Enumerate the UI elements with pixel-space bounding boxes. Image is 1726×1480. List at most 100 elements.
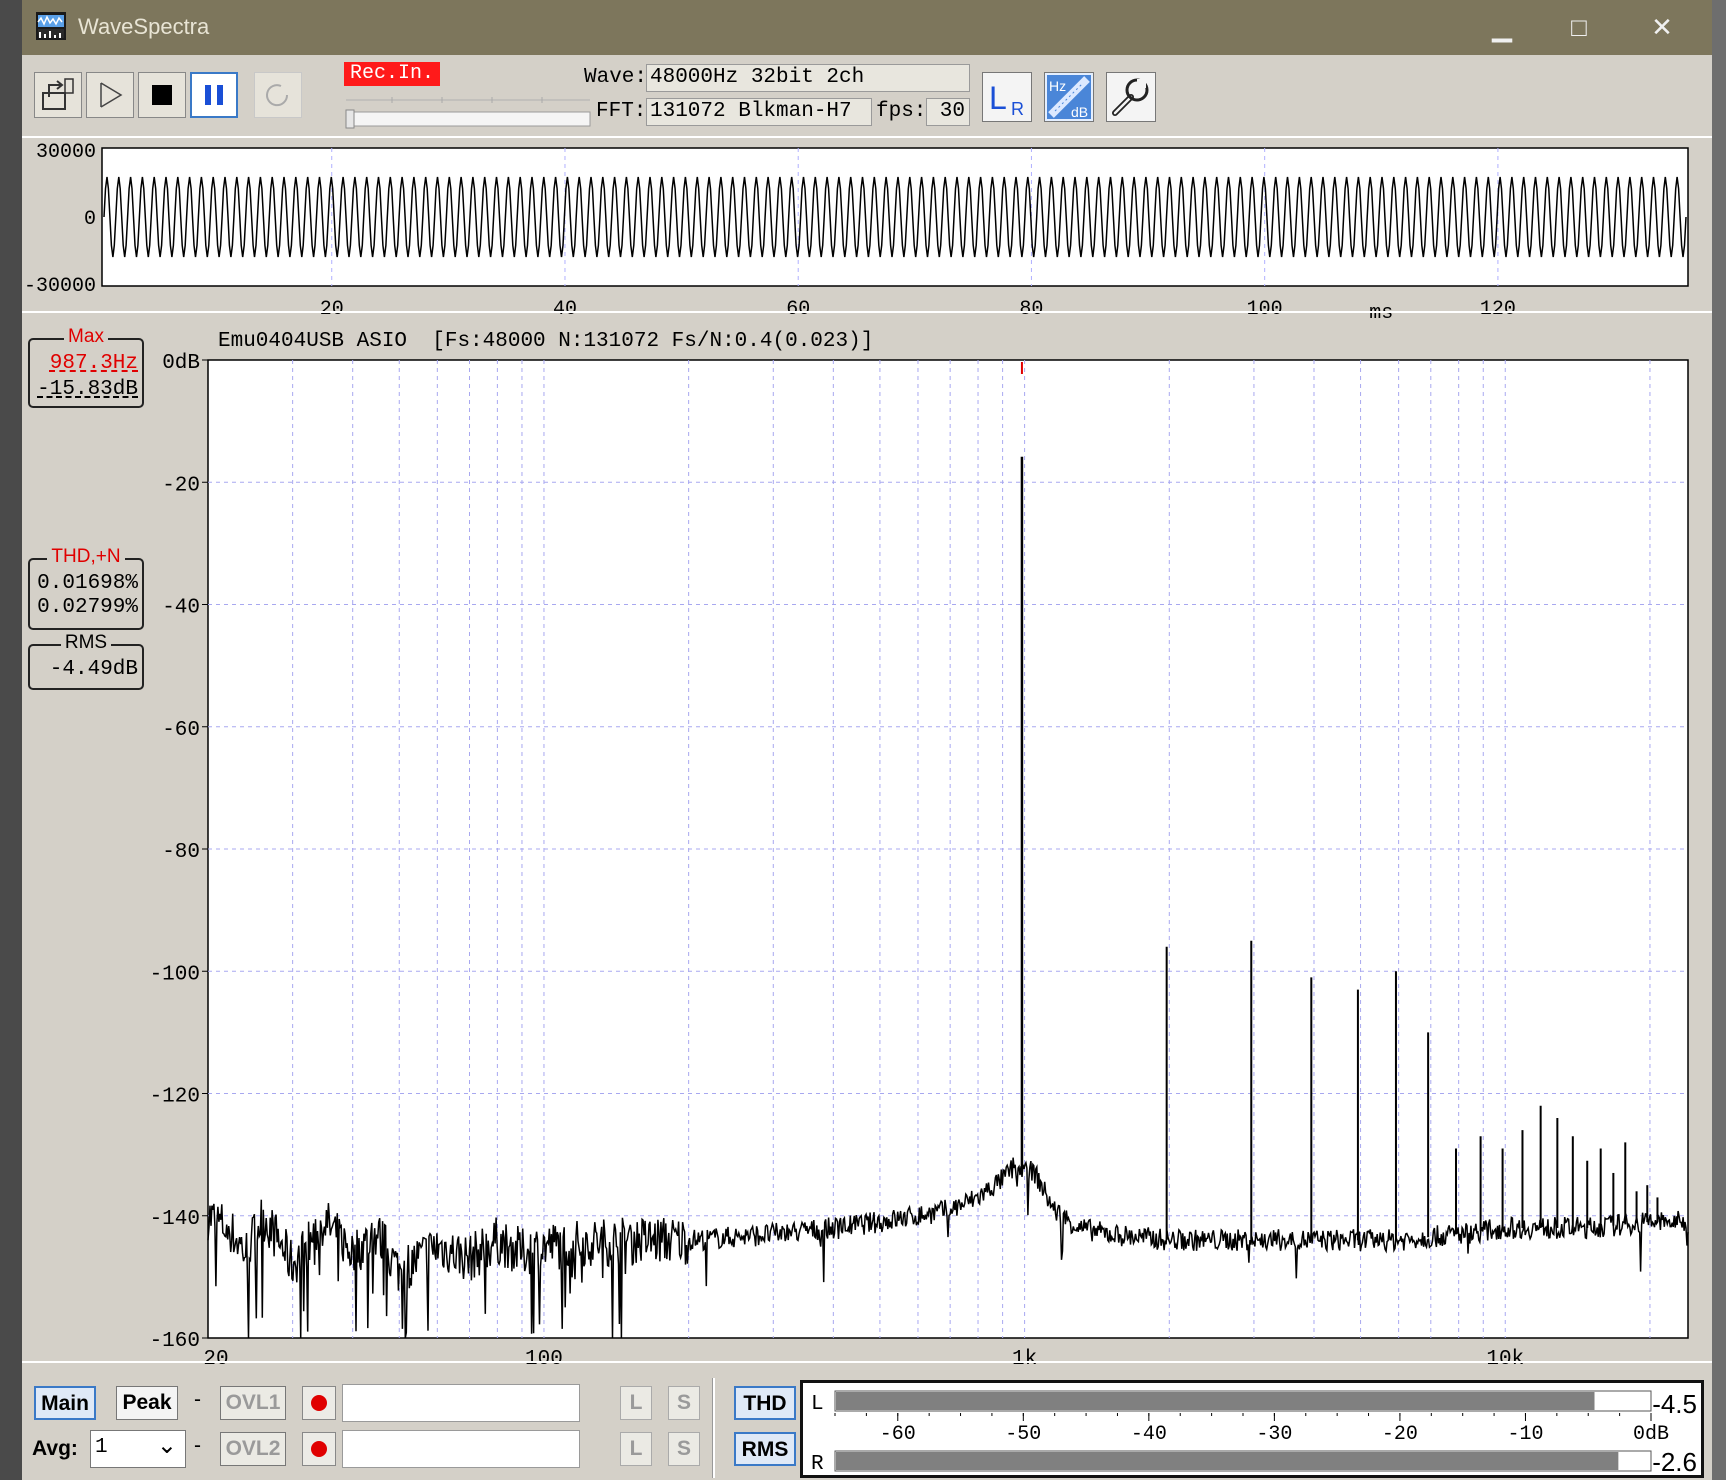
- spectrum-y-tick-label: -160: [150, 1330, 200, 1353]
- waveform-x-unit: ms: [1369, 302, 1393, 318]
- loop-icon: [266, 84, 289, 107]
- app-icon: [36, 12, 66, 40]
- waveform-x-tick: 120: [1480, 298, 1516, 318]
- pause-icon: [205, 85, 223, 105]
- meter-l-value: -4.5: [1652, 1389, 1697, 1419]
- meter-scale-label: -20: [1382, 1423, 1418, 1446]
- open-icon: [42, 78, 74, 110]
- lr-icon-l: L: [989, 80, 1007, 116]
- pause-button[interactable]: [190, 72, 238, 118]
- separator-dash-2: -: [194, 1434, 201, 1457]
- lr-channel-button[interactable]: L R: [982, 72, 1032, 122]
- waveform-y-tick: -30000: [24, 275, 96, 298]
- separator-dash-1: -: [194, 1388, 201, 1411]
- ovl1-load-button[interactable]: L: [620, 1386, 652, 1420]
- play-icon: [100, 82, 123, 108]
- spectrum-y-tick-label: -40: [162, 597, 200, 620]
- ovl1-button[interactable]: OVL1: [220, 1386, 286, 1420]
- rms-button[interactable]: RMS: [734, 1432, 796, 1466]
- meter-scale-label: 0dB: [1633, 1423, 1669, 1446]
- avg-select[interactable]: 1 ⌄: [90, 1430, 186, 1468]
- db-icon-text: dB: [1071, 104, 1088, 120]
- peak-button[interactable]: Peak: [116, 1386, 178, 1420]
- level-meter-graphic: L R -60 -50 -40 -30 -20 -10 0dB -4.5 -2.6: [811, 1389, 1697, 1475]
- spectrum-y-tick-label: -20: [162, 474, 200, 497]
- waveform-x-tick: 100: [1247, 298, 1283, 318]
- desktop-background-left: [0, 0, 22, 1480]
- waveform-x-tick: 60: [786, 298, 810, 318]
- spectrum-x-tick-label: 20: [203, 1348, 228, 1366]
- ovl1-save-button[interactable]: S: [668, 1386, 700, 1420]
- wave-label: Wave:: [584, 66, 648, 89]
- spectrum-y-tick-label: -120: [150, 1086, 200, 1109]
- stop-icon: [152, 85, 172, 105]
- ovl2-load-button[interactable]: L: [620, 1432, 652, 1466]
- level-meter: L R -60 -50 -40 -30 -20 -10 0dB -4.5 -2.6: [800, 1380, 1704, 1478]
- ovl2-save-button[interactable]: S: [668, 1432, 700, 1466]
- maximize-button[interactable]: □: [1544, 0, 1614, 55]
- spectrum-graph[interactable]: 0dB -20 -40 -60 -80 -100 -120 -140 -16020 100 1k 10…: [22, 326, 1712, 1366]
- lr-channel-icon: L R: [989, 80, 1024, 119]
- stop-button[interactable]: [138, 72, 186, 118]
- spectrum-y-tick-label: -140: [150, 1208, 200, 1231]
- meter-scale-label: -60: [880, 1423, 916, 1446]
- fps-field: 30: [926, 98, 970, 126]
- spectrum-y-tick-label: 0dB: [162, 352, 200, 375]
- open-file-button[interactable]: [34, 72, 82, 118]
- meter-scale-label: -30: [1256, 1423, 1292, 1446]
- waveform-x-tick: 20: [320, 298, 344, 318]
- hz-icon-text: Hz: [1049, 78, 1066, 94]
- meter-scale-label: -50: [1005, 1423, 1041, 1446]
- meter-l-bar-fill: [836, 1392, 1595, 1410]
- meter-l-label: L: [811, 1393, 824, 1416]
- spectrum-y-tick-label: -60: [162, 719, 200, 742]
- bottom-divider: [712, 1378, 715, 1478]
- chevron-down-icon: ⌄: [156, 1432, 177, 1459]
- spectrum-x-tick-label: 1k: [1012, 1348, 1037, 1366]
- app-window: WaveSpectra ▁ □ ✕ Rec.In. Wave: 48000Hz …: [22, 0, 1712, 1480]
- close-button[interactable]: ✕: [1627, 0, 1697, 55]
- minimize-button[interactable]: ▁: [1467, 0, 1537, 55]
- main-button[interactable]: Main: [34, 1386, 96, 1420]
- avg-value: 1: [95, 1436, 108, 1459]
- scale-settings-button[interactable]: Hz dB: [1044, 72, 1094, 122]
- lr-icon-r: R: [1011, 99, 1024, 119]
- meter-r-label: R: [811, 1453, 824, 1475]
- settings-button[interactable]: [1106, 72, 1156, 122]
- waveform-graph[interactable]: 30000 0 -30000 20 40 60 80 100 120 ms: [22, 142, 1712, 318]
- ovl2-record-button[interactable]: [302, 1432, 336, 1466]
- window-title: WaveSpectra: [78, 14, 210, 39]
- spectrum-y-tick-label: -100: [150, 963, 200, 986]
- fft-label: FFT:: [596, 100, 647, 123]
- hz-db-scale-icon: Hz dB: [1047, 75, 1091, 120]
- meter-scale-label: -40: [1131, 1423, 1167, 1446]
- title-bar[interactable]: WaveSpectra ▁ □ ✕: [22, 0, 1712, 55]
- spectrum-x-tick-label: 10k: [1486, 1348, 1524, 1366]
- spectrum-panel: Emu0404USB ASIO [Fs:48000 N:131072 Fs/N:…: [22, 326, 1712, 1366]
- fps-label: fps:: [876, 100, 927, 123]
- ovl2-name-field[interactable]: [342, 1430, 580, 1468]
- wave-format-field: 48000Hz 32bit 2ch: [646, 64, 970, 92]
- rec-input-badge: Rec.In.: [344, 62, 440, 86]
- ovl2-button[interactable]: OVL2: [220, 1432, 286, 1466]
- fft-setting-field: 131072 Blkman-H7: [646, 98, 872, 126]
- ovl1-record-button[interactable]: [302, 1386, 336, 1420]
- ovl1-name-field[interactable]: [342, 1384, 580, 1422]
- spectrum-y-tick-label: -80: [162, 841, 200, 864]
- spectrum-x-tick-label: 100: [525, 1348, 563, 1366]
- desktop-background-right: [1712, 0, 1726, 1480]
- waveform-x-tick: 40: [553, 298, 577, 318]
- avg-label: Avg:: [32, 1437, 78, 1460]
- waveform-x-tick: 80: [1019, 298, 1043, 318]
- waveform-y-tick: 0: [84, 208, 96, 231]
- thd-button[interactable]: THD: [734, 1386, 796, 1420]
- waveform-y-tick: 30000: [36, 142, 96, 164]
- meter-r-bar-fill: [836, 1452, 1619, 1470]
- play-button[interactable]: [86, 72, 134, 118]
- waveform-panel: 30000 0 -30000 20 40 60 80 100 120 ms: [22, 142, 1712, 318]
- meter-r-value: -2.6: [1652, 1447, 1697, 1475]
- settings-wrench-icon: [1112, 78, 1149, 116]
- record-level-slider[interactable]: [342, 92, 594, 132]
- loop-button[interactable]: [254, 72, 302, 118]
- meter-scale-label: -10: [1507, 1423, 1543, 1446]
